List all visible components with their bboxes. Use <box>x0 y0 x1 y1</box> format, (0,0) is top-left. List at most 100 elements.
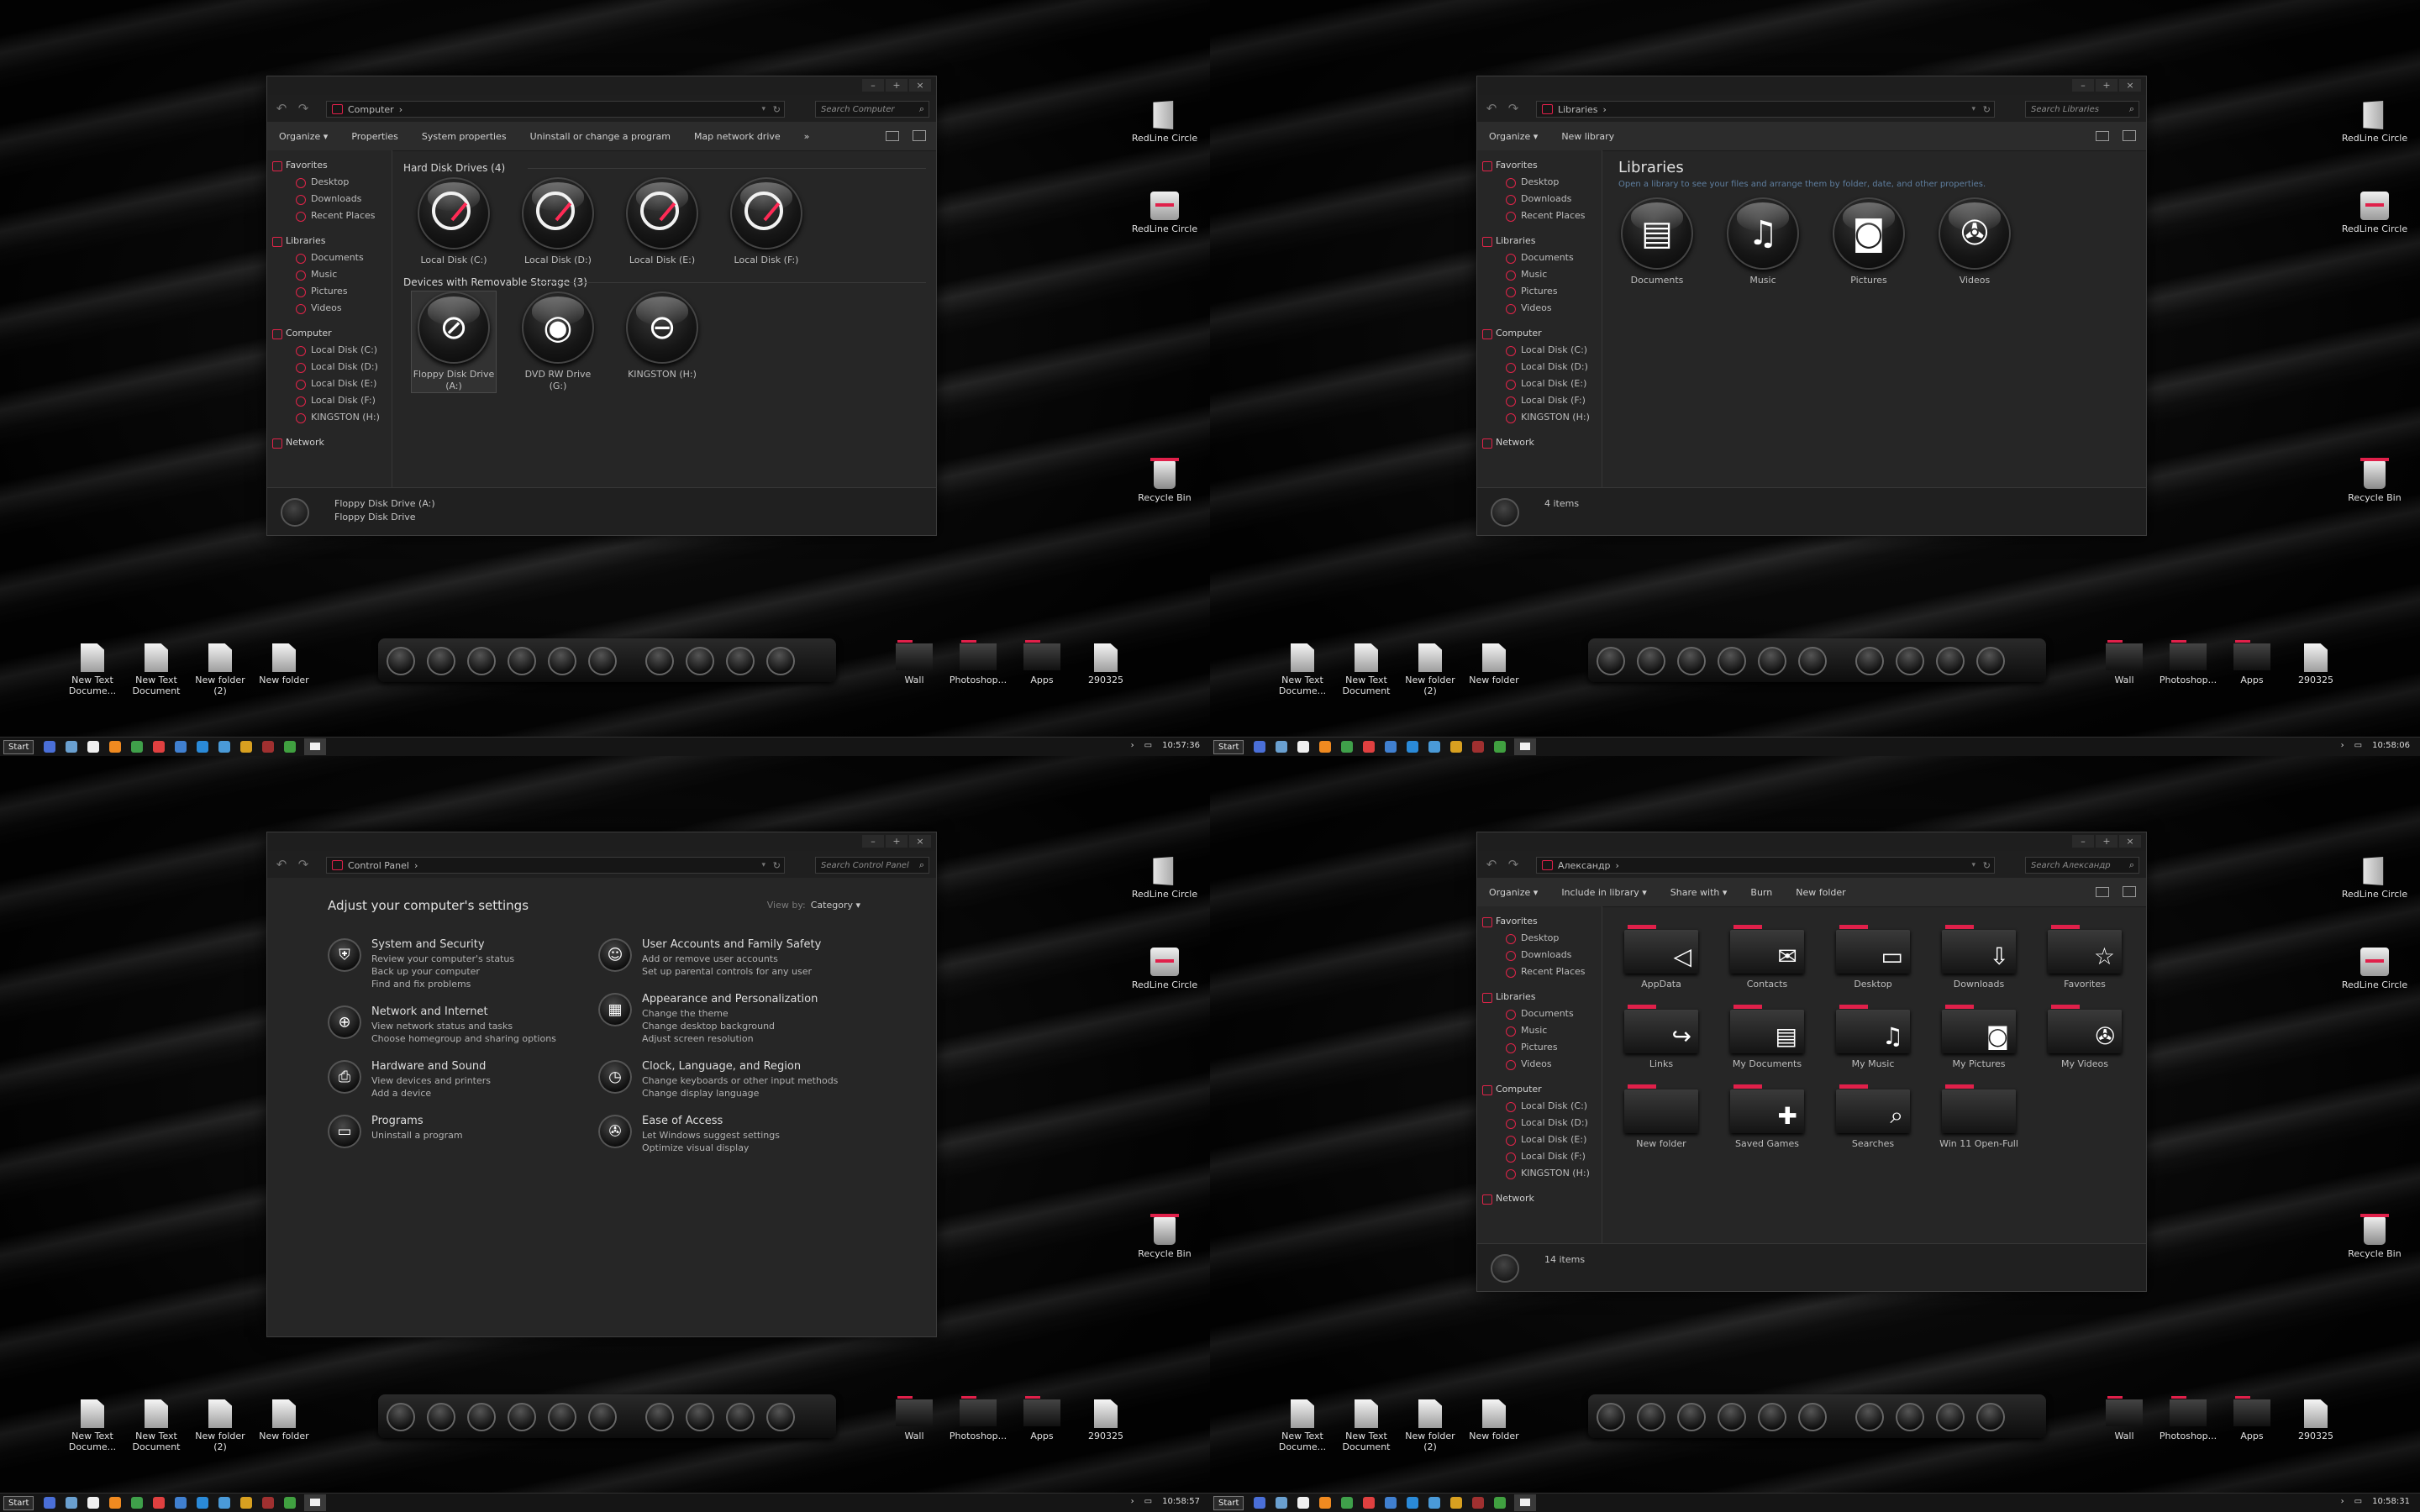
chevron-right-icon[interactable]: › <box>2341 741 2344 750</box>
nav-network[interactable]: Network <box>1477 1190 1602 1207</box>
dock-file[interactable]: Photoshop... <box>2156 640 2220 685</box>
breadcrumb-chevron-icon[interactable]: › <box>399 104 402 115</box>
dock-file[interactable]: Wall <box>2092 640 2156 685</box>
dock-file[interactable]: New Text Document <box>1334 1399 1398 1452</box>
category-link[interactable]: Clock, Language, and Region <box>642 1060 838 1073</box>
nav-libraries[interactable]: Libraries <box>1477 989 1602 1005</box>
taskbar-app-icon[interactable] <box>87 741 100 753</box>
folder-tile[interactable]: ☆ Favorites <box>2039 918 2131 990</box>
dock-file[interactable]: New Text Docume... <box>1270 1399 1334 1452</box>
desktop-icon-redline-circle[interactable]: RedLine Circle <box>2341 857 2408 900</box>
nav-item[interactable]: Local Disk (F:) <box>267 392 392 409</box>
nav-item[interactable]: Local Disk (F:) <box>1477 1148 1602 1165</box>
dock-file[interactable]: New folder (2) <box>1398 1399 1462 1452</box>
task-link[interactable]: Review your computer's status <box>371 953 514 965</box>
taskbar-app-icon[interactable] <box>1276 741 1288 753</box>
breadcrumb-chevron-icon[interactable]: › <box>414 860 418 871</box>
folder-tile[interactable]: ↪ Links <box>1615 998 1707 1069</box>
chevron-down-icon[interactable]: ▾ <box>1971 105 1975 113</box>
breadcrumb-chevron-icon[interactable]: › <box>1603 104 1607 115</box>
task-link[interactable]: Optimize visual display <box>642 1142 780 1154</box>
category-icon[interactable]: ▦ <box>598 993 632 1026</box>
task-link[interactable]: Back up your computer <box>371 965 514 978</box>
dock-file[interactable]: Apps <box>2220 640 2284 685</box>
monitor-icon[interactable]: ▭ <box>1144 1497 1152 1506</box>
nav-item[interactable]: Local Disk (D:) <box>1477 359 1602 375</box>
folder-tile[interactable]: Win 11 Open-Full <box>1933 1078 2025 1149</box>
category-link[interactable]: System and Security <box>371 938 514 951</box>
dock-file[interactable]: New Text Document <box>124 643 188 696</box>
desktop-icon-redline-circle[interactable]: RedLine Circle <box>1131 101 1198 144</box>
nav-computer[interactable]: Computer <box>1477 325 1602 342</box>
taskbar-app-icon[interactable] <box>109 741 122 753</box>
gauge2-icon[interactable] <box>1896 647 1924 675</box>
dock-file[interactable]: New Text Document <box>124 1399 188 1452</box>
taskbar-app-icon[interactable] <box>1363 1497 1376 1509</box>
start-button[interactable]: Start <box>3 739 34 754</box>
globe-icon[interactable] <box>427 647 455 675</box>
taskbar-app-icon[interactable] <box>44 1497 56 1509</box>
nav-computer[interactable]: Computer <box>1477 1081 1602 1098</box>
clock-icon[interactable] <box>1798 647 1827 675</box>
gamepad-icon[interactable] <box>508 647 536 675</box>
nav-item[interactable]: Recent Places <box>267 207 392 224</box>
desktop-icon-redline-circle[interactable]: RedLine Circle <box>1131 857 1198 900</box>
nav-item[interactable]: Pictures <box>1477 283 1602 300</box>
folder-tile[interactable]: ⇩ Downloads <box>1933 918 2025 990</box>
taskbar-app-icon[interactable] <box>218 741 231 753</box>
address-bar[interactable]: Control Panel › ▾ ↻ <box>326 857 785 874</box>
category-link[interactable]: Ease of Access <box>642 1115 780 1127</box>
folder-icon[interactable] <box>1936 647 1965 675</box>
task-link[interactable]: Set up parental controls for any user <box>642 965 821 978</box>
dock-file[interactable]: New folder <box>1462 643 1526 685</box>
maximize-icon[interactable]: + <box>886 835 908 848</box>
command-button[interactable]: Organize ▾ <box>1489 131 1538 142</box>
chevron-down-icon[interactable]: ▾ <box>1971 861 1975 869</box>
refresh-icon[interactable]: ↻ <box>1983 860 1991 871</box>
start-button[interactable]: Start <box>3 1495 34 1510</box>
nav-item[interactable]: Local Disk (D:) <box>1477 1115 1602 1131</box>
nav-item[interactable]: Local Disk (C:) <box>267 342 392 359</box>
taskbar-app-icon[interactable] <box>1276 1497 1288 1509</box>
view-options-icon[interactable] <box>2096 131 2109 141</box>
dock-file[interactable]: Apps <box>2220 1396 2284 1441</box>
category-icon[interactable]: ⊕ <box>328 1005 361 1039</box>
drive-tile[interactable]: Local Disk (F:) <box>724 177 808 266</box>
nav-favorites[interactable]: Favorites <box>267 157 392 174</box>
nav-item[interactable]: Downloads <box>1477 191 1602 207</box>
taskbar-app-icon[interactable] <box>1407 741 1419 753</box>
library-tile[interactable]: ▤ Documents <box>1615 197 1699 286</box>
download-icon[interactable] <box>766 647 795 675</box>
command-button[interactable]: Share with ▾ <box>1670 887 1728 898</box>
nav-item[interactable]: Recent Places <box>1477 207 1602 224</box>
desktop-icon-recycle-bin[interactable]: Recycle Bin <box>1131 1214 1198 1259</box>
desktop-icon-redline-circle-drive[interactable]: RedLine Circle <box>2341 948 2408 990</box>
nav-item[interactable]: KINGSTON (H:) <box>1477 409 1602 426</box>
nav-computer[interactable]: Computer <box>267 325 392 342</box>
gamepad-icon[interactable] <box>508 1403 536 1431</box>
search-icon[interactable]: ⌕ <box>919 859 924 871</box>
nav-item[interactable]: Music <box>1477 1022 1602 1039</box>
back-icon[interactable]: ↶ <box>274 857 289 872</box>
taskbar-app-icon[interactable] <box>1407 1497 1419 1509</box>
taskbar-app-icon[interactable] <box>1472 1497 1485 1509</box>
taskbar-app-icon[interactable] <box>1428 741 1441 753</box>
task-link[interactable]: Adjust screen resolution <box>642 1032 818 1045</box>
command-button[interactable]: Burn <box>1750 887 1772 898</box>
nav-item[interactable]: Desktop <box>1477 174 1602 191</box>
taskbar-app-icon[interactable] <box>87 1497 100 1509</box>
nav-item[interactable]: Videos <box>267 300 392 317</box>
taskbar-app-icon[interactable] <box>1297 1497 1310 1509</box>
folder-tile[interactable]: ♫ My Music <box>1827 998 1919 1069</box>
search-input[interactable]: Search Computer ⌕ <box>815 101 929 118</box>
folder-tile[interactable]: ✚ Saved Games <box>1721 1078 1813 1149</box>
drive-icon[interactable] <box>1758 647 1786 675</box>
dock-file[interactable]: New Text Docume... <box>60 643 124 696</box>
category-icon[interactable]: ☺ <box>598 938 632 972</box>
command-button[interactable]: Map network drive <box>694 131 781 142</box>
dock-file[interactable]: 290325 <box>1074 643 1138 685</box>
user-icon[interactable] <box>1677 647 1706 675</box>
download-icon[interactable] <box>1976 647 2005 675</box>
removable-tile[interactable]: ◉ DVD RW Drive (G:) <box>516 291 600 392</box>
back-icon[interactable]: ↶ <box>1484 101 1499 116</box>
